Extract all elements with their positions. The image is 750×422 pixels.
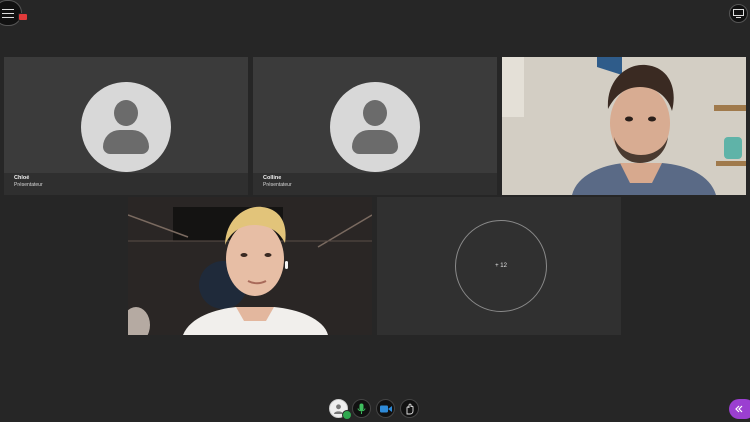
overflow-participants-tile[interactable]: + 12 (377, 197, 621, 335)
participant-name: Chloé (14, 175, 30, 181)
participant-name: Colline (263, 175, 282, 181)
microphone-icon (357, 403, 366, 414)
grid-view-icon (733, 9, 744, 18)
video-camera-icon (379, 405, 392, 412)
participant-video-tile-3[interactable] (502, 57, 746, 195)
person-icon (114, 100, 138, 126)
participant-role: Présentateur (263, 182, 292, 188)
collapse-panel-icon (735, 405, 743, 413)
video-feed (128, 197, 372, 335)
open-collaborate-panel-button[interactable] (729, 399, 750, 419)
camera-button[interactable] (376, 399, 395, 418)
microphone-button[interactable] (352, 399, 371, 418)
grid-view-button[interactable] (729, 4, 748, 23)
raise-hand-button[interactable] (400, 399, 419, 418)
avatar (81, 82, 171, 172)
video-feed (502, 57, 746, 195)
avatar (330, 82, 420, 172)
status-available-badge (342, 410, 352, 420)
person-icon (363, 100, 387, 126)
notification-badge (18, 13, 28, 21)
participant-tile-1[interactable]: Chloé Présentateur (4, 57, 248, 195)
participant-tile-2[interactable]: Colline Présentateur (253, 57, 497, 195)
participant-video-tile-4[interactable] (128, 197, 372, 335)
hamburger-menu-icon (2, 8, 14, 18)
raise-hand-icon (406, 403, 413, 414)
overflow-count[interactable]: + 12 (455, 220, 547, 312)
overflow-count-label: + 12 (495, 263, 507, 269)
participant-role: Présentateur (14, 182, 43, 188)
